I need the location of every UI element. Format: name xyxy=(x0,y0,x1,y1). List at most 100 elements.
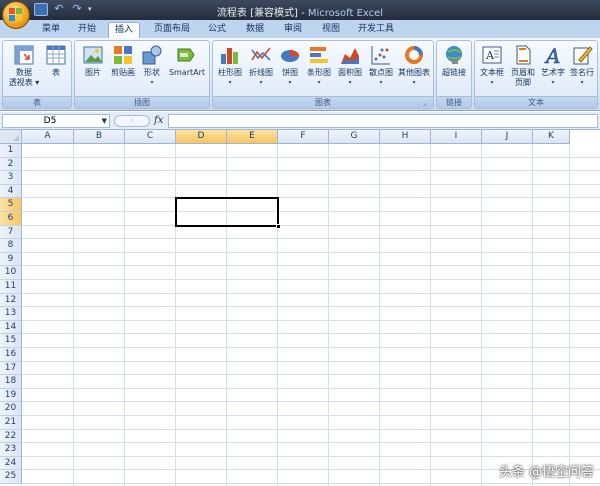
hyperlink-button[interactable]: 超链接 xyxy=(439,44,469,78)
window-title: 流程表 [兼容模式] - Microsoft Excel xyxy=(216,8,384,19)
gridline-vertical xyxy=(226,144,227,486)
row-header-7[interactable]: 7 xyxy=(0,225,22,240)
row-header-20[interactable]: 20 xyxy=(0,402,22,416)
column-header-g[interactable]: G xyxy=(329,130,380,144)
select-all-button[interactable] xyxy=(0,130,22,144)
header-footer-button[interactable]: 页眉和 页脚 xyxy=(508,44,538,88)
row-header-5[interactable]: 5 xyxy=(0,198,22,212)
group-links: 超链接 链接 xyxy=(436,40,472,109)
fill-handle[interactable] xyxy=(276,223,281,229)
picture-button[interactable]: 图片 xyxy=(79,44,107,78)
column-header-d[interactable]: D xyxy=(176,130,227,144)
pie-chart-button[interactable]: 饼图 ▾ xyxy=(277,44,303,88)
row-header-1[interactable]: 1 xyxy=(0,144,22,158)
charts-dialog-launcher-icon[interactable]: ⌟ xyxy=(423,99,431,107)
name-box[interactable]: D5 ▼ xyxy=(2,114,110,128)
shapes-button[interactable]: 形状 ▾ xyxy=(139,44,165,88)
column-chart-button[interactable]: 柱形图 ▾ xyxy=(215,44,245,88)
row-header-8[interactable]: 8 xyxy=(0,239,22,253)
tab-developer[interactable]: 开发工具 xyxy=(352,22,400,38)
signature-line-button[interactable]: 签名行 ▾ xyxy=(568,44,596,88)
column-chart-icon xyxy=(219,44,241,66)
wordart-button[interactable]: A 艺术字 ▾ xyxy=(539,44,567,88)
row-header-13[interactable]: 13 xyxy=(0,307,22,321)
clip-art-icon xyxy=(112,44,134,66)
row-header-4[interactable]: 4 xyxy=(0,184,22,199)
gridline-horizontal xyxy=(22,197,600,199)
scatter-chart-icon xyxy=(370,44,392,66)
row-header-22[interactable]: 22 xyxy=(0,429,22,444)
row-header-3[interactable]: 3 xyxy=(0,171,22,185)
wordart-icon: A xyxy=(542,44,564,69)
row-header-17[interactable]: 17 xyxy=(0,361,22,376)
column-header-e[interactable]: E xyxy=(227,130,278,144)
tab-page-layout[interactable]: 页面布局 xyxy=(148,22,196,38)
row-header-24[interactable]: 24 xyxy=(0,456,22,471)
gridline-vertical xyxy=(569,144,570,486)
bar-chart-button[interactable]: 条形图 ▾ xyxy=(304,44,334,88)
tab-menu[interactable]: 菜单 xyxy=(36,22,66,38)
table-button[interactable]: 表 xyxy=(43,44,69,78)
other-charts-icon xyxy=(403,44,425,66)
row-header-16[interactable]: 16 xyxy=(0,348,22,362)
gridline-vertical xyxy=(175,144,176,486)
text-box-button[interactable]: A 文本框 ▾ xyxy=(477,44,507,88)
tab-formulas[interactable]: 公式 xyxy=(202,22,232,38)
worksheet-grid[interactable]: ABCDEFGHIJK 1 2 3 4 5 6 7 8 9 10 11 12 13 14 15 16 17 18 1… xyxy=(0,130,600,486)
area-chart-button[interactable]: 面积图 ▾ xyxy=(335,44,365,88)
tab-view[interactable]: 视图 xyxy=(316,22,346,38)
row-header-12[interactable]: 12 xyxy=(0,293,22,308)
column-header-i[interactable]: I xyxy=(431,130,482,144)
column-header-j[interactable]: J xyxy=(482,130,533,144)
row-header-23[interactable]: 23 xyxy=(0,443,22,457)
row-header-19[interactable]: 19 xyxy=(0,388,22,403)
gridline-horizontal xyxy=(22,374,600,376)
row-header-10[interactable]: 10 xyxy=(0,266,22,280)
header-footer-icon xyxy=(512,44,534,66)
column-header-b[interactable]: B xyxy=(74,130,125,144)
gridline-vertical xyxy=(481,144,482,486)
shapes-icon xyxy=(141,44,163,66)
column-header-f[interactable]: F xyxy=(278,130,329,144)
tab-insert[interactable]: 插入 xyxy=(108,22,141,39)
row-header-18[interactable]: 18 xyxy=(0,375,22,389)
group-illustrations: 图片 剪贴画 形状 ▾ SmartArt 插图 xyxy=(74,40,210,109)
formula-input[interactable] xyxy=(168,114,598,128)
pivot-table-button[interactable]: 数据 透视表 ▾ xyxy=(7,44,41,88)
gridline-horizontal xyxy=(22,442,600,444)
smartart-button[interactable]: SmartArt xyxy=(167,44,207,78)
gridline-horizontal xyxy=(22,483,600,484)
tab-home[interactable]: 开始 xyxy=(72,22,102,38)
tab-data[interactable]: 数据 xyxy=(240,22,270,38)
line-chart-button[interactable]: 折线图 ▾ xyxy=(246,44,276,88)
name-box-dropdown-icon[interactable]: ▼ xyxy=(102,115,107,127)
line-chart-icon xyxy=(250,44,272,66)
office-button[interactable] xyxy=(2,1,30,29)
table-icon xyxy=(45,44,67,66)
scatter-chart-button[interactable]: 散点图 ▾ xyxy=(366,44,396,88)
smartart-icon xyxy=(176,44,198,66)
row-header-15[interactable]: 15 xyxy=(0,334,22,348)
formula-bar: D5 ▼ ◦ fx xyxy=(0,112,600,130)
row-header-21[interactable]: 21 xyxy=(0,416,22,430)
row-header-11[interactable]: 11 xyxy=(0,280,22,294)
clip-art-button[interactable]: 剪贴画 xyxy=(108,44,138,78)
other-charts-button[interactable]: 其他图表 ▾ xyxy=(397,44,431,88)
active-cell[interactable] xyxy=(175,197,281,229)
row-header-2[interactable]: 2 xyxy=(0,157,22,172)
row-header-9[interactable]: 9 xyxy=(0,252,22,267)
gridline-horizontal xyxy=(22,224,600,226)
tab-review[interactable]: 审阅 xyxy=(278,22,308,38)
picture-icon xyxy=(82,44,104,66)
column-header-h[interactable]: H xyxy=(380,130,431,144)
signature-line-icon xyxy=(571,44,593,66)
row-header-25[interactable]: 25 xyxy=(0,470,22,484)
column-header-k[interactable]: K xyxy=(533,130,570,144)
row-header-6[interactable]: 6 xyxy=(0,212,22,226)
row-header-14[interactable]: 14 xyxy=(0,320,22,335)
group-label-charts: 图表 xyxy=(213,96,433,108)
formula-buttons[interactable]: ◦ xyxy=(114,115,150,127)
insert-function-icon[interactable]: fx xyxy=(154,114,163,128)
column-header-a[interactable]: A xyxy=(22,130,74,144)
column-header-c[interactable]: C xyxy=(125,130,176,144)
